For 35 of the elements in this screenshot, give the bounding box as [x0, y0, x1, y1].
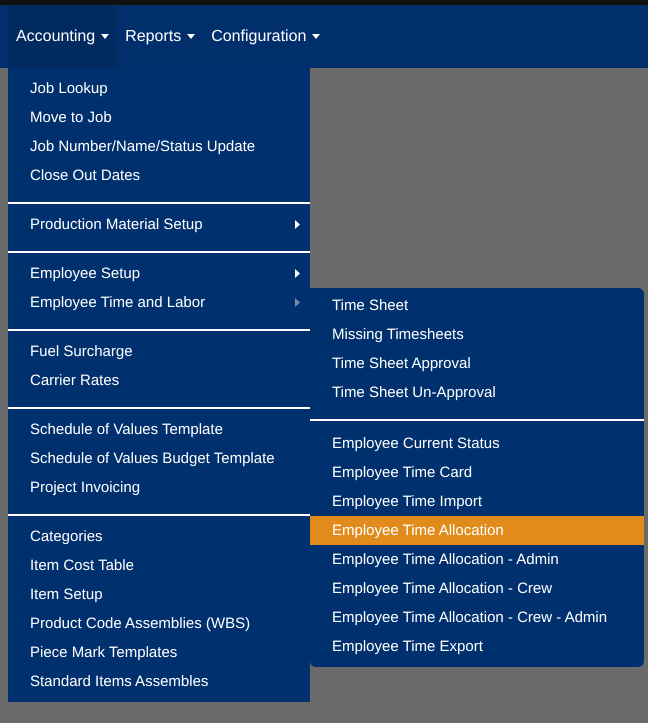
menu-item[interactable]: Categories: [8, 522, 310, 551]
menu-item[interactable]: Standard Items Assembles: [8, 667, 310, 696]
menu-item[interactable]: Employee Current Status: [310, 429, 644, 458]
menu-item[interactable]: Project Invoicing: [8, 473, 310, 502]
menu-item[interactable]: Employee Time Export: [310, 632, 644, 661]
menu-item[interactable]: Missing Timesheets: [310, 320, 644, 349]
menu-item[interactable]: Employee Time and Labor: [8, 288, 310, 317]
menu-item[interactable]: Close Out Dates: [8, 161, 310, 190]
menu-item[interactable]: Move to Job: [8, 103, 310, 132]
nav-menu[interactable]: Configuration: [203, 5, 328, 68]
menu-item[interactable]: Employee Time Card: [310, 458, 644, 487]
menu-item[interactable]: Time Sheet: [310, 291, 644, 320]
menu-item[interactable]: Carrier Rates: [8, 366, 310, 395]
menu-item[interactable]: Time Sheet Approval: [310, 349, 644, 378]
menu-item[interactable]: Employee Time Allocation - Crew: [310, 574, 644, 603]
menu-item[interactable]: Schedule of Values Template: [8, 415, 310, 444]
nav-menu[interactable]: Reports: [117, 5, 204, 68]
menu-item[interactable]: Piece Mark Templates: [8, 638, 310, 667]
menu-item[interactable]: Employee Time Allocation - Crew - Admin: [310, 603, 644, 632]
menu-item[interactable]: Job Lookup: [8, 74, 310, 103]
menu-item[interactable]: Item Setup: [8, 580, 310, 609]
caret-icon: [187, 34, 196, 39]
menu-item[interactable]: Employee Time Import: [310, 487, 644, 516]
menu-item[interactable]: Production Material Setup: [8, 210, 310, 239]
menu-item[interactable]: Product Code Assemblies (WBS): [8, 609, 310, 638]
menu-item[interactable]: Item Cost Table: [8, 551, 310, 580]
menu-item[interactable]: Time Sheet Un-Approval: [310, 378, 644, 407]
menu-item[interactable]: Job Number/Name/Status Update: [8, 132, 310, 161]
menu-item[interactable]: Fuel Surcharge: [8, 337, 310, 366]
menu-item[interactable]: Employee Setup: [8, 259, 310, 288]
caret-icon: [101, 34, 110, 39]
menu-item[interactable]: Schedule of Values Budget Template: [8, 444, 310, 473]
menu-item[interactable]: Employee Time Allocation - Admin: [310, 545, 644, 574]
nav-menu[interactable]: Accounting: [8, 5, 118, 68]
caret-icon: [312, 34, 320, 39]
